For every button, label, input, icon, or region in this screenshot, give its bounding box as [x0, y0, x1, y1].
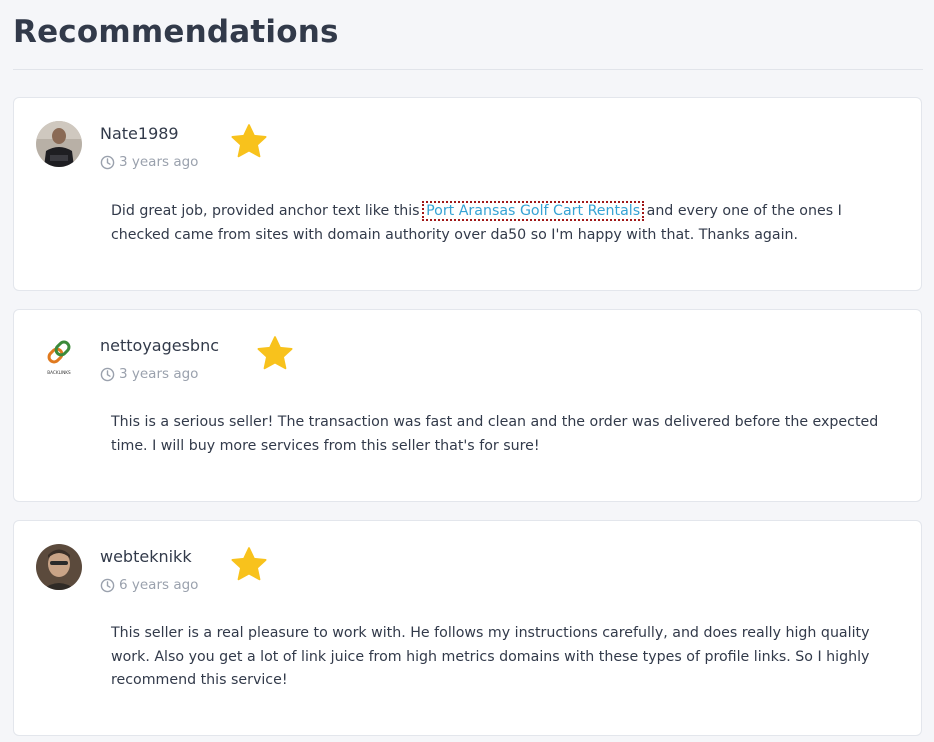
reviewer-name[interactable]: Nate1989	[100, 124, 179, 144]
anchor-link[interactable]: Port Aransas Golf Cart Rentals	[422, 201, 645, 221]
review-time-label: 6 years ago	[119, 577, 199, 593]
review-text: This seller is a real pleasure to work w…	[111, 625, 870, 688]
avatar[interactable]: BACKLINKS	[36, 333, 82, 379]
avatar-logo-text: BACKLINKS	[47, 370, 71, 375]
clock-icon	[100, 578, 115, 592]
avatar[interactable]	[36, 121, 82, 167]
review-time: 6 years ago	[100, 576, 198, 594]
star-icon	[231, 124, 267, 158]
recommendations-page: Recommendations Nate1989 3 years ago Did…	[0, 0, 934, 742]
page-title: Recommendations	[13, 14, 339, 50]
reviewer-name[interactable]: webteknikk	[100, 547, 192, 567]
clock-icon	[100, 155, 115, 169]
review-time: 3 years ago	[100, 365, 198, 383]
review-time-label: 3 years ago	[119, 154, 199, 170]
review-text: This is a serious seller! The transactio…	[111, 414, 879, 454]
star-icon	[231, 547, 267, 581]
review-time: 3 years ago	[100, 153, 198, 171]
title-divider	[13, 69, 923, 70]
review-time-label: 3 years ago	[119, 366, 199, 382]
avatar[interactable]	[36, 544, 82, 590]
review-card: BACKLINKS nettoyagesbnc 3 years ago This…	[13, 309, 922, 502]
star-icon	[257, 336, 293, 370]
review-text-before: Did great job, provided anchor text like…	[111, 203, 425, 219]
review-card: webteknikk 6 years ago This seller is a …	[13, 520, 922, 736]
review-card: Nate1989 3 years ago Did great job, prov…	[13, 97, 922, 291]
reviewer-name[interactable]: nettoyagesbnc	[100, 336, 219, 356]
review-text: Did great job, provided anchor text like…	[111, 200, 901, 247]
clock-icon	[100, 367, 115, 381]
